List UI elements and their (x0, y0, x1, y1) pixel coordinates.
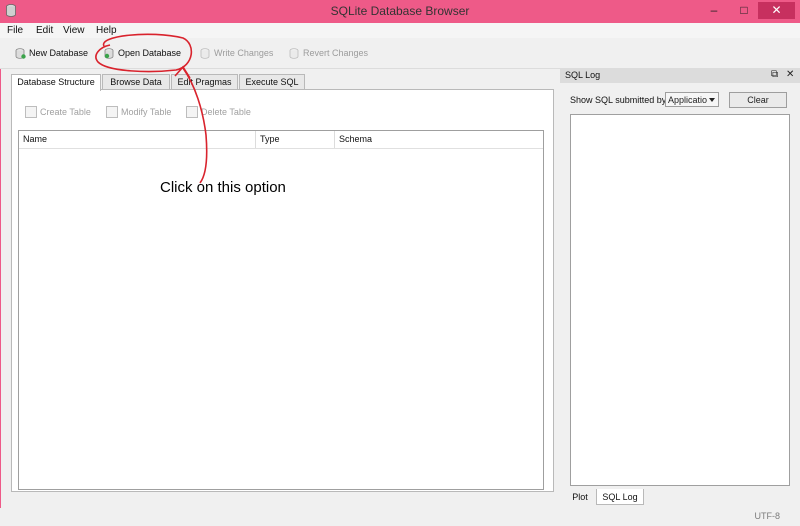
tab-plot[interactable]: Plot (566, 489, 594, 505)
app-window: SQLite Database Browser – □ ✕ File Edit … (0, 0, 800, 526)
encoding-label: UTF-8 (754, 511, 781, 521)
float-dock-icon[interactable]: ⧉ (771, 69, 778, 80)
show-sql-label: Show SQL submitted by (570, 95, 667, 105)
dropdown-arrow-icon (709, 98, 715, 102)
tab-database-structure[interactable]: Database Structure (11, 74, 101, 91)
sql-log-dock-title[interactable]: SQL Log ⧉ ✕ (560, 68, 800, 83)
annotation-text: Click on this option (160, 179, 286, 196)
submitted-by-select[interactable]: Applicatio (665, 92, 719, 107)
status-bar: UTF-8 (0, 508, 800, 526)
sql-log-title: SQL Log (565, 70, 601, 80)
close-dock-icon[interactable]: ✕ (786, 69, 794, 80)
sql-log-area[interactable] (570, 114, 790, 486)
annotation-arrow-line (182, 67, 208, 184)
submitted-by-value: Applicatio (668, 95, 708, 105)
annotation-circle (95, 33, 193, 73)
clear-button[interactable]: Clear (729, 92, 787, 108)
tab-sql-log[interactable]: SQL Log (596, 489, 644, 505)
